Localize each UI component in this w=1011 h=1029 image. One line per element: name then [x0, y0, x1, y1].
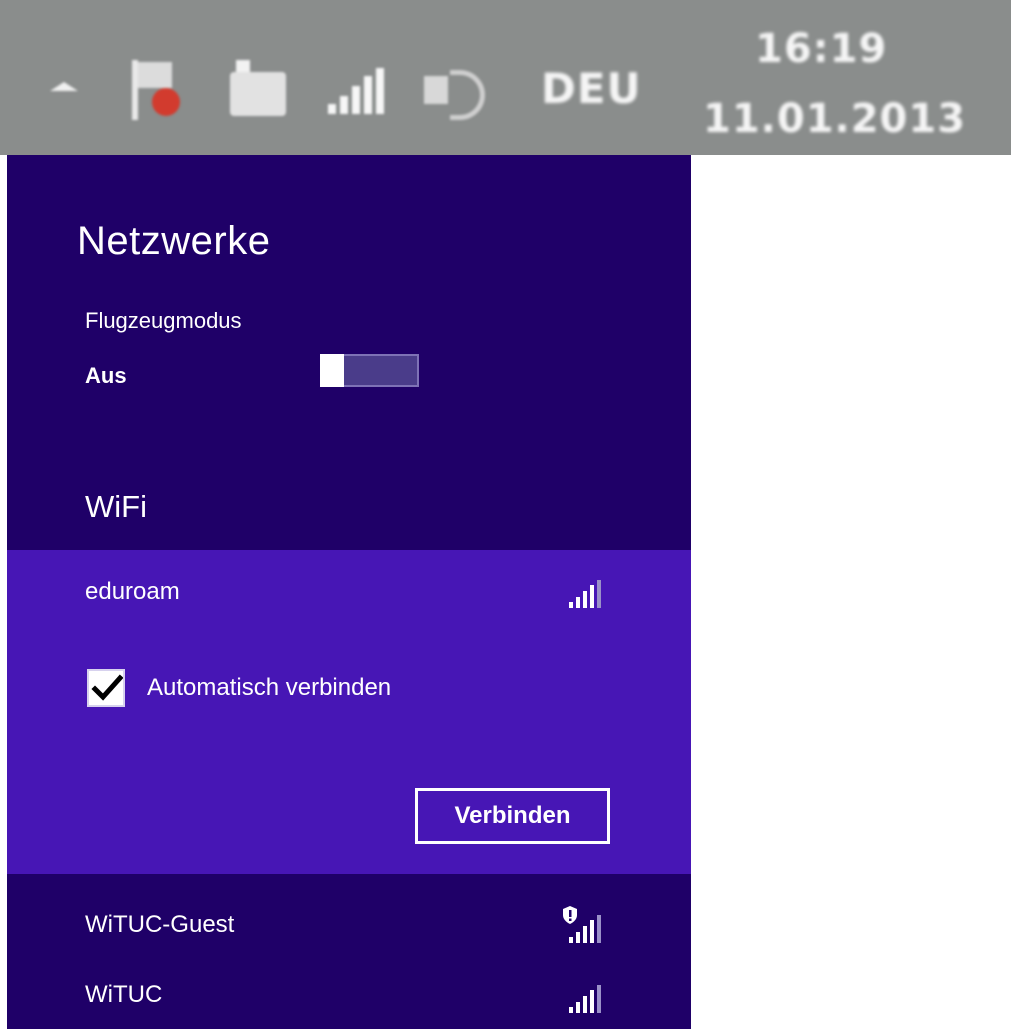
auto-connect-option[interactable]: Automatisch verbinden — [87, 669, 391, 707]
battery-icon[interactable] — [226, 58, 290, 118]
auto-connect-label: Automatisch verbinden — [147, 674, 392, 701]
checkmark-icon — [91, 674, 123, 701]
wifi-section-heading: WiFi — [85, 489, 147, 524]
airplane-mode-toggle[interactable] — [320, 354, 419, 387]
connect-button[interactable]: Verbinden — [415, 788, 610, 844]
clock-time[interactable]: 16:19 — [755, 26, 887, 72]
toggle-thumb — [320, 354, 344, 387]
screen: DEU 16:19 11.01.2013 Netzwerke Flugzeugm… — [0, 0, 1011, 1029]
networks-panel: Netzwerke Flugzeugmodus Aus WiFi eduroam — [7, 155, 691, 1029]
network-signal-icon[interactable] — [326, 66, 386, 114]
network-name: WiTUC — [85, 981, 163, 1008]
wifi-signal-icon — [567, 580, 611, 608]
taskbar-tray: DEU 16:19 11.01.2013 — [0, 0, 1011, 155]
show-hidden-icons-arrow-icon[interactable] — [50, 82, 78, 91]
input-language-indicator[interactable]: DEU — [541, 64, 642, 113]
network-name: WiTUC-Guest — [85, 911, 235, 938]
clock-date[interactable]: 11.01.2013 — [703, 96, 966, 142]
airplane-mode-state: Aus — [85, 363, 127, 388]
auto-connect-checkbox[interactable] — [87, 669, 125, 707]
network-item-wituc[interactable]: WiTUC — [7, 965, 691, 1025]
panel-title: Netzwerke — [77, 219, 271, 263]
speaker-icon[interactable] — [420, 66, 486, 120]
network-item-witucguest[interactable]: WiTUC-Guest — [7, 895, 691, 955]
selected-network-card[interactable]: eduroam Automatisch verbinden Verbinden — [7, 550, 691, 874]
airplane-mode-label: Flugzeugmodus — [85, 308, 242, 333]
network-name-eduroam: eduroam — [85, 578, 180, 605]
wifi-signal-icon — [567, 985, 611, 1013]
action-center-flag-icon[interactable] — [126, 58, 182, 120]
security-warning-shield-icon — [563, 906, 577, 924]
